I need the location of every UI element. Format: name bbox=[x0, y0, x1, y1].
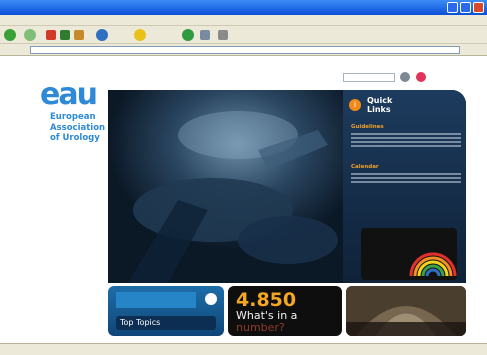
hero-surgery-image bbox=[108, 90, 343, 283]
caption-dim: number? bbox=[236, 321, 285, 334]
close-icon[interactable] bbox=[473, 2, 484, 13]
search-go-icon[interactable] bbox=[400, 72, 410, 82]
history-icon[interactable] bbox=[182, 29, 194, 41]
mail-icon[interactable] bbox=[200, 30, 210, 40]
eau-logo[interactable]: eau bbox=[40, 80, 98, 110]
top-topics-banner bbox=[116, 292, 196, 308]
play-icon[interactable] bbox=[205, 293, 217, 305]
page-viewport: eau European Association of Urology i Qu… bbox=[0, 56, 487, 343]
minimize-icon[interactable] bbox=[447, 2, 458, 13]
rainbow-graphic bbox=[409, 252, 457, 277]
hero-banner: i Quick Links Guidelines Calendar bbox=[108, 90, 466, 283]
quick-link-guidelines-text bbox=[351, 133, 461, 149]
browser-toolbar bbox=[0, 26, 487, 44]
stop-icon[interactable] bbox=[46, 30, 56, 40]
info-icon: i bbox=[349, 99, 361, 111]
window-titlebar bbox=[0, 0, 487, 15]
refresh-icon[interactable] bbox=[60, 30, 70, 40]
home-icon[interactable] bbox=[74, 30, 84, 40]
favorites-icon[interactable] bbox=[134, 29, 146, 41]
menu-bar bbox=[0, 15, 487, 26]
address-input[interactable] bbox=[30, 46, 460, 54]
big-number-caption: What's in a number? bbox=[236, 310, 297, 334]
quick-link-calendar[interactable]: Calendar bbox=[351, 164, 379, 170]
org-name: European Association of Urology bbox=[50, 112, 106, 143]
search-icon[interactable] bbox=[96, 29, 108, 41]
top-topics-label: Top Topics bbox=[116, 316, 216, 330]
top-nav bbox=[120, 74, 340, 82]
back-icon[interactable] bbox=[4, 29, 16, 41]
promo-banner[interactable] bbox=[361, 228, 457, 280]
add-icon[interactable] bbox=[416, 72, 426, 82]
forward-icon[interactable] bbox=[24, 29, 36, 41]
quick-link-calendar-text bbox=[351, 173, 461, 185]
congress-tile[interactable] bbox=[346, 286, 466, 336]
maximize-icon[interactable] bbox=[460, 2, 471, 13]
print-icon[interactable] bbox=[218, 30, 228, 40]
congress-image bbox=[346, 286, 466, 336]
number-tile[interactable]: 4.850 What's in a number? bbox=[228, 286, 342, 336]
big-number: 4.850 bbox=[236, 289, 297, 311]
site-search-input[interactable] bbox=[343, 73, 395, 82]
top-topics-tile[interactable]: Top Topics bbox=[108, 286, 224, 336]
address-bar bbox=[0, 44, 487, 56]
status-bar bbox=[0, 343, 487, 355]
quick-links-title: Quick Links bbox=[367, 96, 393, 114]
quick-link-guidelines[interactable]: Guidelines bbox=[351, 124, 384, 130]
